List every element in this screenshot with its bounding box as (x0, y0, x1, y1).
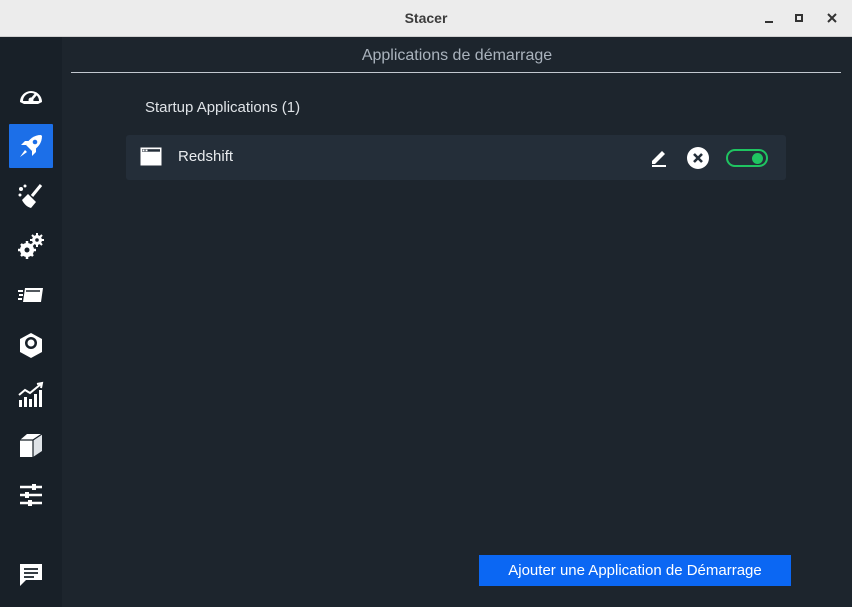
sidebar-item-resources[interactable] (9, 373, 53, 417)
chart-icon (18, 381, 44, 407)
main-panel: Applications de démarrage Startup Applic… (62, 37, 852, 607)
close-icon[interactable] (824, 10, 840, 26)
message-icon (20, 564, 42, 586)
sidebar (0, 37, 62, 607)
toggle-knob (752, 153, 763, 164)
rocket-icon (20, 135, 42, 157)
add-startup-app-button[interactable]: Ajouter une Application de Démarrage (479, 555, 791, 586)
processes-icon (18, 288, 43, 302)
sidebar-item-processes[interactable] (9, 273, 53, 317)
minimize-icon[interactable] (761, 10, 777, 26)
maximize-icon[interactable] (791, 10, 807, 26)
window-title: Stacer (404, 10, 448, 26)
gears-icon (18, 233, 44, 259)
sidebar-item-dashboard[interactable] (9, 75, 53, 119)
page-title: Applications de démarrage (361, 47, 553, 64)
sidebar-item-startup-apps[interactable] (9, 124, 53, 168)
sidebar-item-system-cleaner[interactable] (9, 174, 53, 218)
enable-toggle[interactable] (726, 149, 768, 167)
broom-icon (18, 184, 43, 208)
package-remove-icon (20, 333, 42, 358)
box-icon (20, 433, 43, 457)
sidebar-item-feedback[interactable] (9, 553, 53, 597)
title-bar: Stacer (0, 0, 852, 37)
sidebar-item-apt-repository[interactable] (9, 423, 53, 467)
delete-icon[interactable] (686, 146, 710, 170)
sidebar-item-uninstaller[interactable] (9, 323, 53, 367)
divider (71, 72, 841, 73)
section-title: Startup Applications (1) (145, 99, 301, 116)
app-name: Redshift (178, 148, 234, 165)
sliders-icon (20, 484, 42, 506)
window-icon (140, 147, 162, 166)
speedometer-icon (20, 91, 42, 104)
list-item: Redshift (126, 135, 786, 180)
sidebar-item-services[interactable] (9, 224, 53, 268)
edit-icon[interactable] (648, 146, 670, 168)
sidebar-item-settings[interactable] (9, 473, 53, 517)
